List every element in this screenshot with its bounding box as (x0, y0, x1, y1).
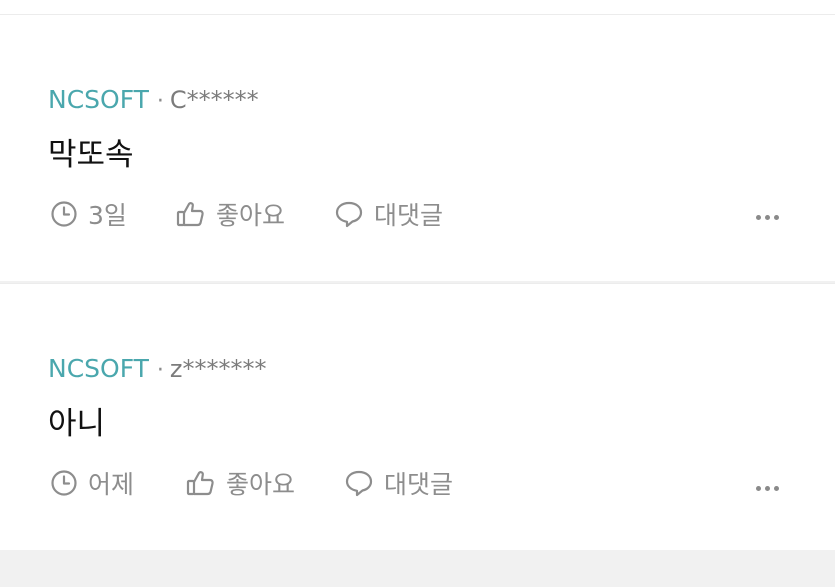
username: C****** (169, 86, 259, 114)
company-label[interactable]: NCSOFT (48, 354, 149, 383)
timestamp-label: 어제 (88, 470, 135, 499)
comment-text: 막또속 (48, 137, 134, 173)
speech-bubble-icon (334, 200, 364, 228)
top-divider (0, 0, 835, 15)
comment-meta: NCSOFT · C****** (48, 85, 259, 114)
meta-separator: · (156, 89, 164, 114)
timestamp: 어제 (50, 465, 186, 501)
clock-icon (50, 200, 78, 228)
thumbs-up-icon (186, 469, 216, 497)
more-options-icon[interactable] (756, 215, 779, 220)
comment-actions: 3일 좋아요 대댓글 (50, 198, 835, 230)
comment-card: NCSOFT · z******* 아니 어제 좋아요 대댓글 (0, 283, 835, 550)
reply-button[interactable]: 대댓글 (334, 196, 443, 232)
reply-label: 대댓글 (374, 201, 444, 230)
comment-meta: NCSOFT · z******* (48, 354, 267, 383)
like-button[interactable]: 좋아요 (176, 196, 334, 232)
like-label: 좋아요 (216, 201, 286, 230)
timestamp: 3일 (50, 196, 176, 232)
more-options-icon[interactable] (756, 486, 779, 491)
like-button[interactable]: 좋아요 (186, 465, 344, 501)
thumbs-up-icon (176, 200, 206, 228)
reply-label: 대댓글 (384, 470, 454, 499)
meta-separator: · (156, 358, 164, 383)
company-label[interactable]: NCSOFT (48, 85, 149, 114)
username: z******* (169, 355, 267, 383)
speech-bubble-icon (344, 469, 374, 497)
comment-actions: 어제 좋아요 대댓글 (50, 467, 835, 499)
timestamp-label: 3일 (88, 201, 127, 230)
comment-card: NCSOFT · C****** 막또속 3일 좋아요 대댓글 (0, 15, 835, 281)
comment-text: 아니 (48, 406, 106, 442)
reply-button[interactable]: 대댓글 (344, 465, 453, 501)
bottom-spacer (0, 550, 835, 587)
clock-icon (50, 469, 78, 497)
like-label: 좋아요 (226, 470, 296, 499)
